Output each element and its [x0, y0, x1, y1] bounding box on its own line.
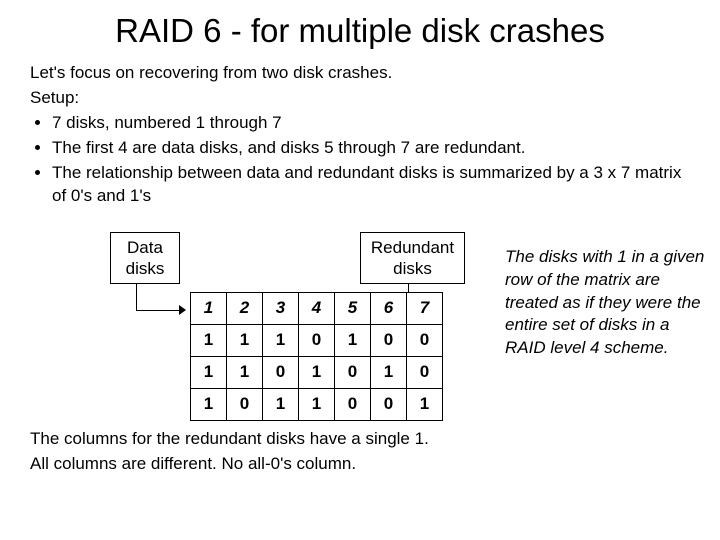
diagram-area: Data disks Redundant disks 1 2 3 4 5 6 7… — [30, 226, 690, 426]
matrix-header-row: 1 2 3 4 5 6 7 — [191, 292, 443, 324]
matrix-cell: 0 — [299, 324, 335, 356]
matrix-header-cell: 6 — [371, 292, 407, 324]
matrix-cell: 1 — [335, 324, 371, 356]
intro-line-1: Let's focus on recovering from two disk … — [30, 62, 690, 85]
matrix-table: 1 2 3 4 5 6 7 1 1 1 0 1 0 0 1 1 0 1 — [190, 292, 443, 421]
matrix-cell: 0 — [407, 356, 443, 388]
matrix-cell: 1 — [299, 388, 335, 420]
data-disks-label: Data disks — [110, 232, 180, 285]
matrix-cell: 0 — [227, 388, 263, 420]
matrix-cell: 0 — [335, 356, 371, 388]
matrix-cell: 0 — [407, 324, 443, 356]
matrix-cell: 1 — [227, 356, 263, 388]
intro-bullet: The relationship between data and redund… — [52, 162, 690, 208]
matrix-cell: 1 — [191, 324, 227, 356]
arrow-icon — [136, 284, 160, 310]
matrix-cell: 1 — [263, 324, 299, 356]
matrix-cell: 1 — [407, 388, 443, 420]
intro-bullet: The first 4 are data disks, and disks 5 … — [52, 137, 690, 160]
matrix-cell: 0 — [371, 388, 407, 420]
matrix-header-cell: 3 — [263, 292, 299, 324]
matrix-row: 1 0 1 1 0 0 1 — [191, 388, 443, 420]
side-note: The disks with 1 in a given row of the m… — [505, 246, 705, 361]
matrix-header-cell: 4 — [299, 292, 335, 324]
matrix-cell: 1 — [371, 356, 407, 388]
matrix-cell: 1 — [191, 356, 227, 388]
matrix-cell: 0 — [335, 388, 371, 420]
matrix-cell: 1 — [191, 388, 227, 420]
intro-bullets: 7 disks, numbered 1 through 7 The first … — [30, 112, 690, 208]
matrix-cell: 1 — [227, 324, 263, 356]
matrix-row: 1 1 0 1 0 1 0 — [191, 356, 443, 388]
intro-bullet: 7 disks, numbered 1 through 7 — [52, 112, 690, 135]
footer-line-1: The columns for the redundant disks have… — [30, 428, 690, 451]
matrix-header-cell: 2 — [227, 292, 263, 324]
page-title: RAID 6 - for multiple disk crashes — [30, 12, 690, 50]
matrix-cell: 1 — [299, 356, 335, 388]
matrix-cell: 0 — [371, 324, 407, 356]
footer-line-2: All columns are different. No all-0's co… — [30, 453, 690, 476]
redundant-disks-label: Redundant disks — [360, 232, 465, 285]
intro-block: Let's focus on recovering from two disk … — [30, 62, 690, 208]
matrix-header-cell: 1 — [191, 292, 227, 324]
matrix-header-cell: 5 — [335, 292, 371, 324]
matrix-cell: 0 — [263, 356, 299, 388]
matrix-cell: 1 — [263, 388, 299, 420]
arrow-head-icon — [179, 305, 186, 315]
matrix-row: 1 1 1 0 1 0 0 — [191, 324, 443, 356]
matrix-header-cell: 7 — [407, 292, 443, 324]
intro-line-2: Setup: — [30, 87, 690, 110]
footer-block: The columns for the redundant disks have… — [30, 428, 690, 476]
slide: RAID 6 - for multiple disk crashes Let's… — [0, 0, 720, 540]
